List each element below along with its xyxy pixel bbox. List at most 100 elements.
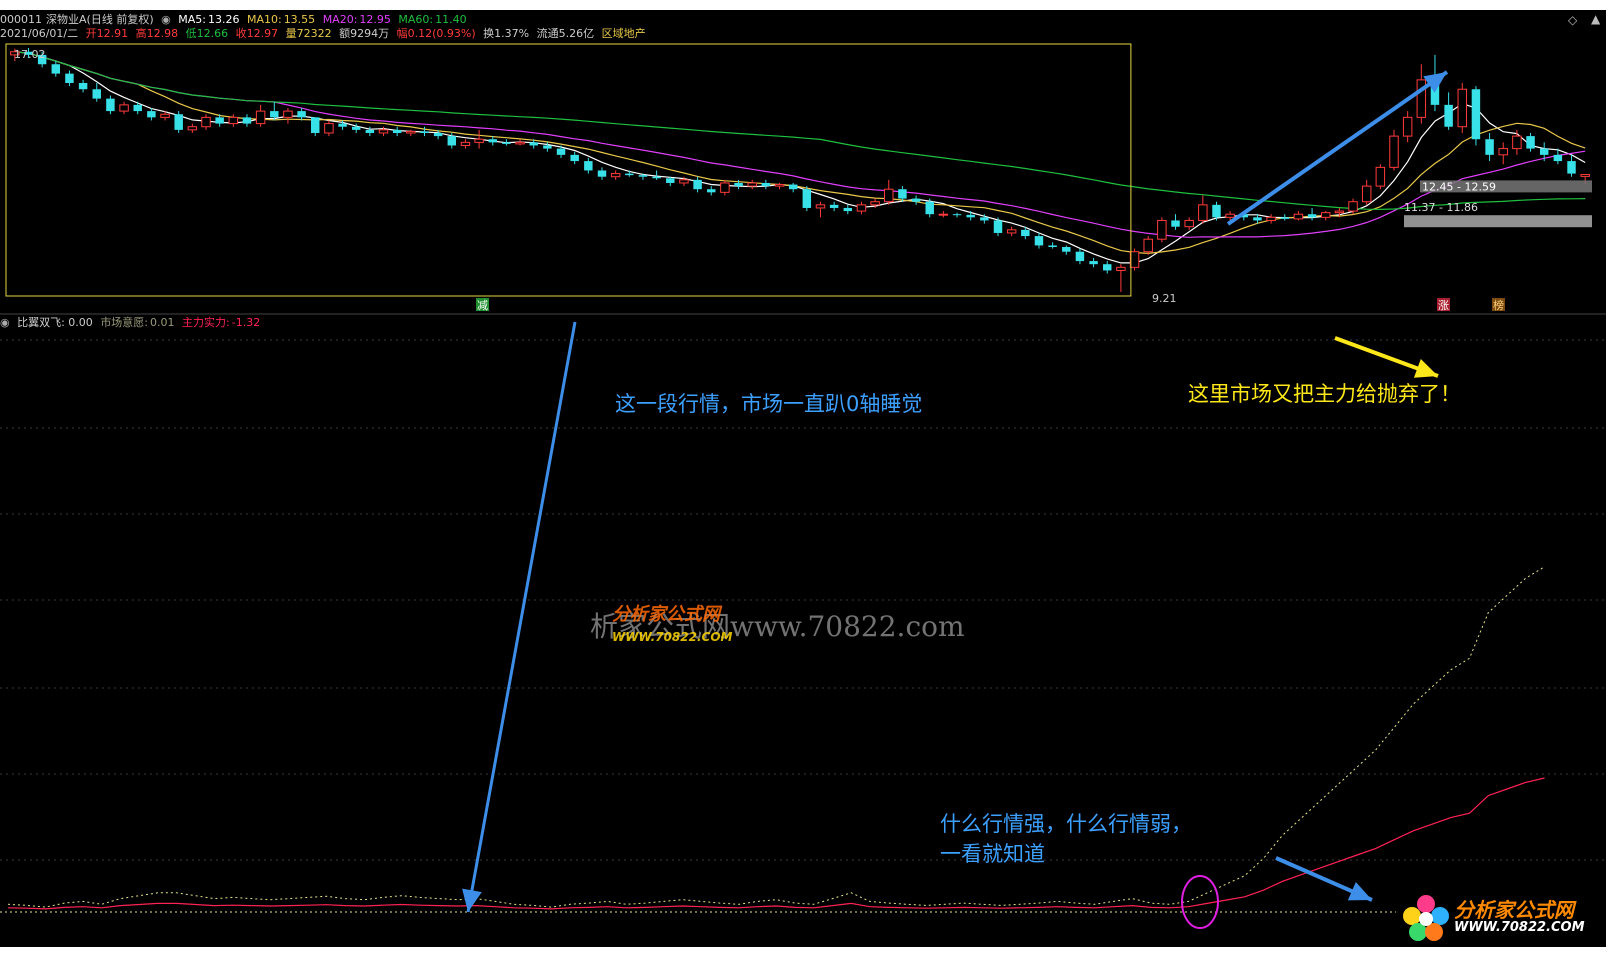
candle-body-85: [1171, 220, 1180, 227]
candle-body-46: [638, 175, 648, 177]
candle-body-24: [338, 123, 347, 127]
label-band-lower: 11.37 - 11.86: [1404, 201, 1478, 214]
candle-body-21: [297, 111, 306, 118]
indicator-menu-icon[interactable]: ◉: [0, 316, 10, 329]
candle-body-112: [1539, 148, 1549, 155]
candle-body-98: [1348, 201, 1358, 212]
candle-body-55: [761, 182, 771, 187]
candle-body-110: [1512, 135, 1522, 150]
indicator-m1-label: 市场意愿:: [100, 316, 149, 329]
candle-body-74: [1021, 229, 1030, 237]
candle-body-64: [884, 188, 894, 203]
quote-date: 2021/06/01/二: [0, 27, 79, 40]
ma60-label: MA60:: [398, 13, 434, 26]
candle-body-36: [502, 142, 511, 144]
candle-body-62: [856, 204, 867, 212]
candle-body-43: [597, 170, 607, 177]
arrow-up-right-head: [1423, 72, 1447, 93]
candle-body-35: [488, 139, 497, 143]
chart-mode: (日线 前复权): [86, 13, 154, 26]
candle-body-52: [720, 182, 730, 193]
candle-body-34: [474, 138, 484, 143]
chart-svg: 17.02 9.21 12.45 - 12.59 11.37 - 11.86 减 涨 榜: [0, 43, 1606, 929]
candle-body-44: [610, 173, 621, 178]
settings-icon[interactable]: ◉: [161, 13, 171, 26]
candle-body-42: [584, 161, 593, 171]
indicator-m1-value: 0.01: [150, 316, 175, 329]
candle-body-82: [1129, 251, 1140, 268]
candle-body-80: [1103, 264, 1112, 271]
candle-body-13: [187, 126, 198, 131]
candle-body-91: [1253, 217, 1262, 221]
candle-body-54: [747, 182, 757, 187]
ma60-value: 11.40: [435, 13, 467, 26]
brand-logo-text: 分析家公式网: [1454, 898, 1574, 922]
candle-body-41: [570, 154, 579, 162]
candle-body-88: [1212, 204, 1221, 218]
stock-name: 深物业A: [46, 13, 87, 26]
candle-body-39: [543, 145, 552, 149]
annotation-sleep: 这一段行情，市场一直趴0轴睡觉: [615, 392, 923, 416]
quote-open: 开12.91: [85, 27, 129, 40]
candle-body-63: [870, 201, 880, 206]
header-row-1: 000011 深物业A(日线 前复权) ◉ MA5: 13.26 MA10: 13.5…: [0, 13, 471, 27]
candle-body-30: [420, 131, 429, 133]
annotation-strength-line1: 什么行情强，什么行情弱，: [940, 812, 1192, 836]
candle-body-11: [160, 113, 170, 118]
candle-body-75: [1034, 236, 1044, 246]
candle-body-22: [311, 117, 320, 133]
candle-body-23: [324, 123, 334, 134]
label-band-upper: 12.45 - 12.59: [1422, 180, 1496, 193]
highlight-box: [5, 43, 1132, 297]
candle-body-107: [1471, 89, 1481, 140]
candle-body-59: [815, 204, 826, 209]
header-row-2: 2021/06/01/二 开12.91 高12.98 低12.66 收12.97…: [0, 27, 650, 41]
indicator-row: ◉ 比翼双飞: 0.00 市场意愿: 0.01 主力实力: -1.32: [0, 316, 264, 330]
ma20-value: 12.95: [359, 13, 391, 26]
candle-body-92: [1266, 216, 1276, 221]
candle-body-12: [174, 114, 183, 130]
candle-body-68: [938, 213, 949, 216]
candle-body-8: [119, 104, 129, 112]
candle-body-14: [201, 116, 211, 128]
candle-body-18: [255, 110, 266, 125]
label-top-price: 17.02: [14, 48, 46, 61]
candle-body-73: [1006, 229, 1017, 234]
candle-body-3: [51, 64, 61, 74]
candle-body-102: [1402, 116, 1413, 137]
candle-body-50: [693, 179, 702, 190]
ma5-label: MA5:: [178, 13, 206, 26]
candle-body-38: [529, 142, 538, 146]
candle-body-28: [392, 129, 402, 133]
stock-code: 000011: [0, 13, 42, 26]
candle-body-58: [802, 189, 812, 208]
quote-amount: 额9294万: [339, 27, 390, 40]
triangle-up-icon[interactable]: ▲: [1591, 12, 1600, 26]
candle-body-69: [952, 214, 962, 216]
candle-body-31: [433, 132, 443, 137]
candle-body-47: [652, 176, 661, 179]
quote-sector[interactable]: 区域地产: [602, 27, 646, 40]
candle-body-86: [1184, 219, 1194, 228]
candle-body-57: [788, 184, 798, 190]
quote-volume: 量72322: [285, 27, 332, 40]
flower-logo-icon: [1403, 895, 1449, 941]
candle-body-108: [1485, 139, 1494, 155]
candle-body-95: [1307, 214, 1317, 218]
quote-float: 流通5.26亿: [536, 27, 595, 40]
quote-close: 收12.97: [235, 27, 279, 40]
candle-body-5: [78, 82, 88, 90]
candle-body-70: [966, 214, 975, 218]
candle-body-27: [378, 129, 389, 134]
candle-body-78: [1075, 251, 1085, 262]
candle-body-25: [351, 126, 361, 130]
candle-body-53: [734, 182, 743, 187]
ma60-line: [14, 51, 1586, 211]
candle-body-79: [1089, 261, 1098, 265]
label-bottom-price: 9.21: [1152, 292, 1177, 305]
diamond-icon[interactable]: ◇: [1568, 13, 1577, 27]
candle-body-72: [993, 220, 1003, 233]
candle-body-111: [1526, 136, 1535, 149]
brand-logo-url: WWW.70822.COM: [1454, 920, 1585, 935]
candle-body-105: [1444, 104, 1453, 127]
